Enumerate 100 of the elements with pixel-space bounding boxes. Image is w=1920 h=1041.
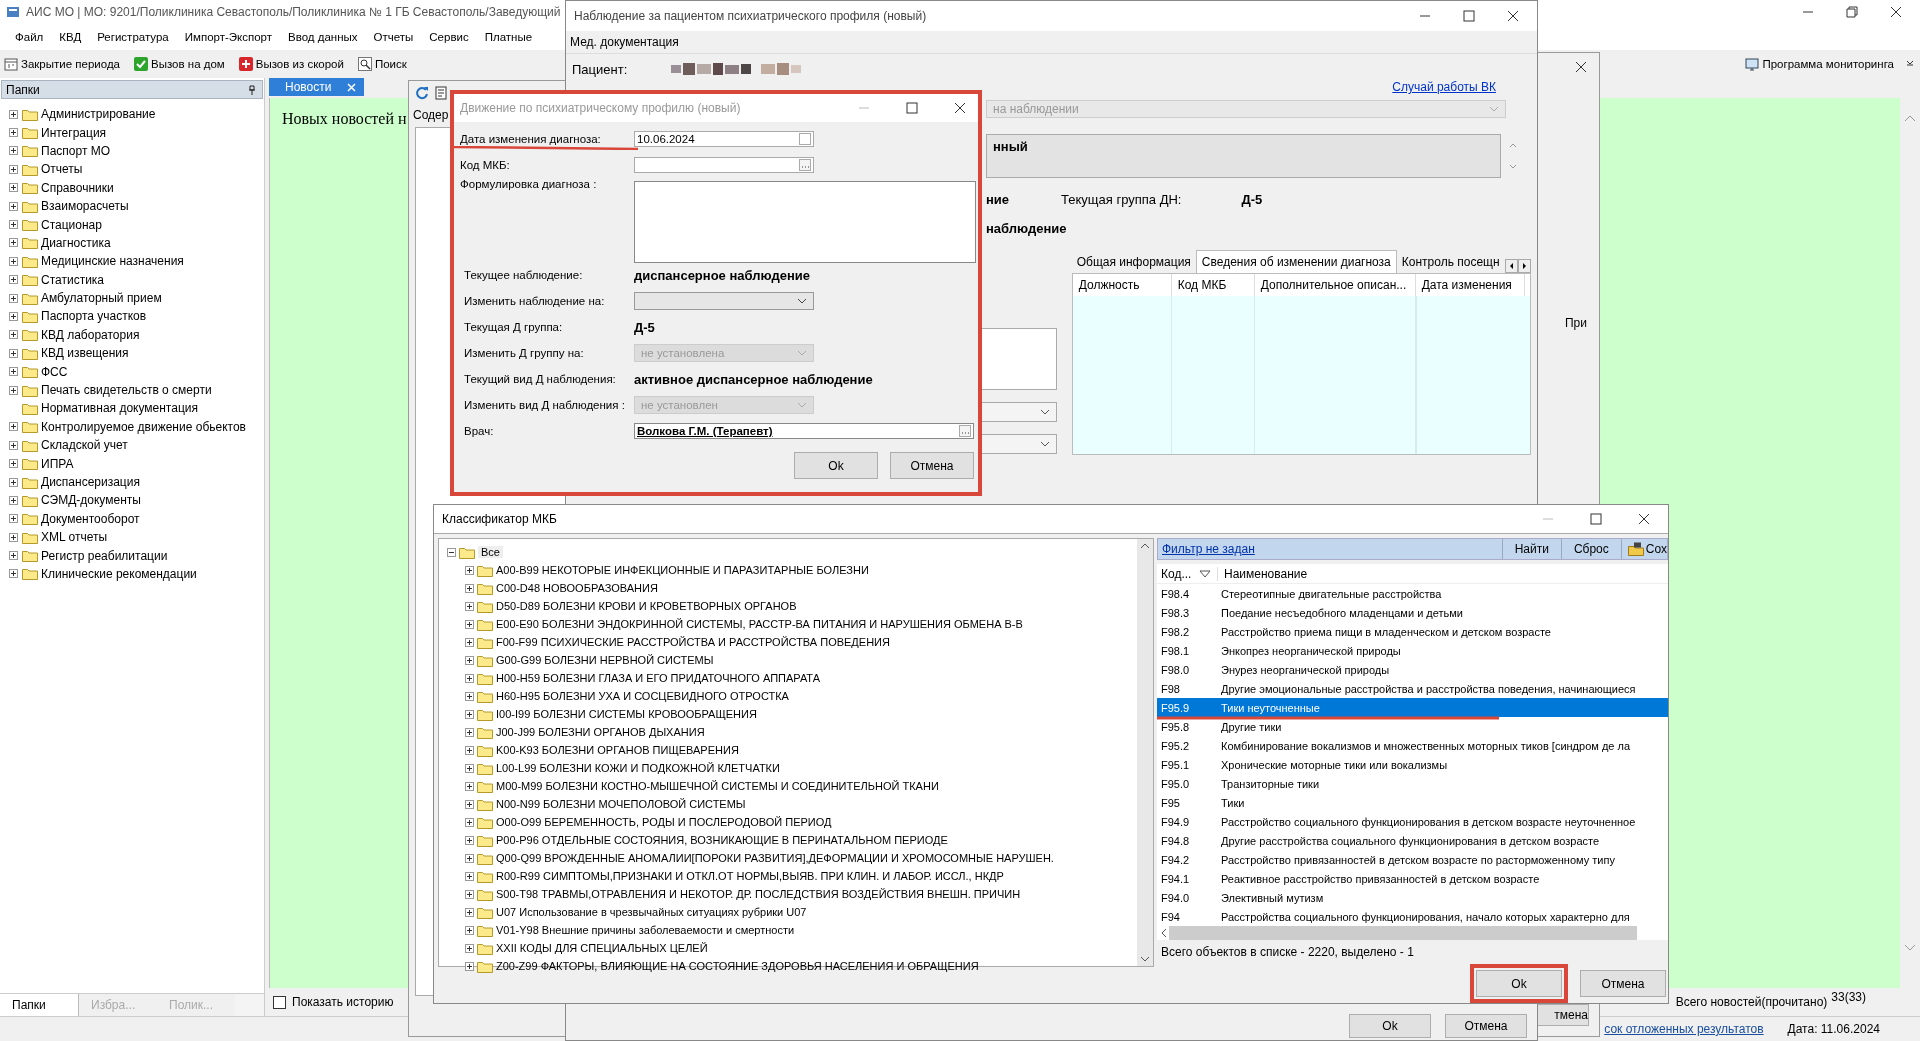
column-header[interactable]: Дополнительное описан... (1254, 274, 1416, 296)
news-tab[interactable]: Новости (269, 78, 365, 96)
date-field[interactable]: 10.06.2024 (634, 131, 814, 147)
folder-item[interactable]: Отчеты (0, 160, 264, 179)
folder-item[interactable]: Складской учет (0, 436, 264, 455)
folder-item[interactable]: Нормативная документация (0, 399, 264, 418)
column-header[interactable]: Код МКБ (1171, 274, 1255, 296)
list-row[interactable]: F94.0 Элективный мутизм (1157, 888, 1668, 907)
cancel-button[interactable]: Отмена (1580, 970, 1666, 997)
tree-item[interactable]: E00-E90 БОЛЕЗНИ ЭНДОКРИННОЙ СИСТЕМЫ, РАССТР-ВА ПИТАНИЯ И НАРУШЕНИЯ ОБМЕНА В-В (439, 615, 1137, 633)
folder-item[interactable]: ИПРА (0, 454, 264, 473)
toolbar-button[interactable]: Сброс (1560, 539, 1621, 559)
list-row[interactable]: F94 Расстройства социального функционирования, начало которых характерно для (1157, 907, 1668, 926)
tree-item[interactable]: N00-N99 БОЛЕЗНИ МОЧЕПОЛОВОЙ СИСТЕМЫ (439, 795, 1137, 813)
tree-item[interactable]: L00-L99 БОЛЕЗНИ КОЖИ И ПОДКОЖНОЙ КЛЕТЧАТКИ (439, 759, 1137, 777)
folder-item[interactable]: Контролируемое движение обьектов (0, 417, 264, 437)
folder-item[interactable]: Администрирование (0, 105, 264, 124)
tree-item[interactable]: H60-H95 БОЛЕЗНИ УХА И СОСЦЕВИДНОГО ОТРОСТКА (439, 687, 1137, 705)
menu-item[interactable]: Ввод данных (288, 31, 358, 43)
list-row[interactable]: F95 Тики (1157, 793, 1668, 812)
tree-item[interactable]: U07 Использование в чрезвычайных ситуациях рубрики U07 (439, 903, 1137, 921)
toolbar-button[interactable]: Найти (1501, 539, 1561, 559)
status-link[interactable]: сок отложенных результатов (1604, 1022, 1764, 1036)
folder-item[interactable]: КВД извещения (0, 344, 264, 363)
folder-item[interactable]: Клинические рекомендации (0, 564, 264, 584)
tree-item[interactable]: XXII КОДЫ ДЛЯ СПЕЦИАЛЬНЫХ ЦЕЛЕЙ (439, 939, 1137, 957)
list-row[interactable]: F95.8 Другие тики (1157, 717, 1668, 736)
folder-item[interactable]: Амбулаторный прием (0, 288, 264, 308)
list-row[interactable]: F95.2 Комбинирование вокализмов и множественных моторных тиков [синдром де ла (1157, 736, 1668, 755)
list-row[interactable]: F95.9 Тики неуточненные (1157, 698, 1668, 717)
list-row[interactable]: F94.8 Другие расстройства социального функционирования в детском возрасте (1157, 831, 1668, 850)
column-header[interactable]: Дата изменения (1415, 274, 1525, 296)
menu-item[interactable]: Мед. документация (570, 35, 679, 49)
tree-item[interactable]: H00-H59 БОЛЕЗНИ ГЛАЗА И ЕГО ПРИДАТОЧНОГО АППАРАТА (439, 669, 1137, 687)
diagnosis-field[interactable]: нный (986, 134, 1501, 178)
folder-item[interactable]: КВД лаборатория (0, 325, 264, 345)
tab[interactable]: Содер (409, 105, 453, 125)
folder-item[interactable]: XML отчеты (0, 528, 264, 547)
filter-link[interactable]: Фильтр не задан (1162, 542, 1255, 556)
tab[interactable]: Общая информация (1071, 251, 1196, 273)
list-row[interactable]: F98.3 Поедание несъедобного младенцами и детьми (1157, 603, 1668, 622)
ok-button[interactable]: Ok (794, 452, 878, 479)
tree-item[interactable]: C00-D48 НОВООБРАЗОВАНИЯ (439, 579, 1137, 597)
folder-item[interactable]: Паспорта участков (0, 307, 264, 326)
folder-item[interactable]: Печать свидетельств о смерти (0, 380, 264, 400)
tree-item[interactable]: Z00-Z99 ФАКТОРЫ, ВЛИЯЮЩИЕ НА СОСТОЯНИЕ ЗДОРОВЬЯ НАСЕЛЕНИЯ И ОБРАЩЕНИЯ (439, 957, 1137, 975)
tree-item[interactable]: F00-F99 ПСИХИЧЕСКИЕ РАССТРОЙСТВА И РАССТРОЙСТВА ПОВЕДЕНИЯ (439, 633, 1137, 651)
column-header[interactable]: Должность (1072, 274, 1172, 296)
menu-item[interactable]: КВД (59, 31, 82, 43)
tree-item[interactable]: R00-R99 СИМПТОМЫ,ПРИЗНАКИ И ОТКЛ.ОТ НОРМЫ,ВЫЯВ. ПРИ КЛИН. И ЛАБОР. ИССЛ., НКДР (439, 867, 1137, 885)
toolbar-button[interactable]: Сох (1620, 539, 1667, 559)
tree-item[interactable]: D50-D89 БОЛЕЗНИ КРОВИ И КРОВЕТВОРНЫХ ОРГАНОВ (439, 597, 1137, 615)
folder-item[interactable]: Справочники (0, 178, 264, 197)
folder-item[interactable]: Паспорт МО (0, 141, 264, 161)
list-row[interactable]: F95.1 Хронические моторные тики или вокализмы (1157, 755, 1668, 774)
column-header[interactable]: Наименование (1218, 566, 1308, 581)
tab[interactable]: Контроль посещн (1396, 251, 1505, 273)
list-row[interactable]: F98.2 Расстройство приема пищи в младенческом и детском возрасте (1157, 622, 1668, 641)
tree-item[interactable]: Все (439, 543, 1137, 561)
tree-item[interactable]: A00-B99 НЕКОТОРЫЕ ИНФЕКЦИОННЫЕ И ПАРАЗИТАРНЫЕ БОЛЕЗНИ (439, 561, 1137, 579)
tree-item[interactable]: M00-M99 БОЛЕЗНИ КОСТНО-МЫШЕЧНОЙ СИСТЕМЫ И СОЕДИНИТЕЛЬНОЙ ТКАНИ (439, 777, 1137, 795)
list-row[interactable]: F98.1 Энкопрез неорганической природы (1157, 641, 1668, 660)
tab[interactable]: Сведения об изменении диагноза (1195, 250, 1397, 273)
folder-item[interactable]: ФСС (0, 362, 264, 381)
tree-item[interactable]: K00-K93 БОЛЕЗНИ ОРГАНОВ ПИЩЕВАРЕНИЯ (439, 741, 1137, 759)
ok-button[interactable]: Ok (1476, 970, 1562, 997)
tree-item[interactable]: Q00-Q99 ВРОЖДЕННЫЕ АНОМАЛИИ[ПОРОКИ РАЗВИТИЯ],ДЕФОРМАЦИИ И ХРОМОСОМНЫЕ НАРУШЕН. (439, 849, 1137, 867)
menu-item[interactable]: Сервис (429, 31, 469, 43)
tree-item[interactable]: J00-J99 БОЛЕЗНИ ОРГАНОВ ДЫХАНИЯ (439, 723, 1137, 741)
menu-item[interactable]: Отчеты (373, 31, 414, 43)
column-header[interactable]: Код... (1157, 566, 1218, 581)
list-row[interactable]: F94.9 Расстройство социального функционирования в детском возрасте неуточненное (1157, 812, 1668, 831)
folder-item[interactable]: Статистика (0, 270, 264, 289)
toolbar-button[interactable]: Поиск (355, 56, 409, 72)
list-row[interactable]: F98.4 Стереотипные двигательные расстройства (1157, 584, 1668, 603)
lookup-field[interactable]: Волкова Г.М. (Терапевт) (634, 423, 974, 439)
folder-item[interactable]: Документооборот (0, 509, 264, 528)
toolbar-button[interactable]: Вызов на дом (132, 56, 227, 72)
list-row[interactable]: F98.0 Энурез неорганической природы (1157, 660, 1668, 679)
folder-item[interactable]: Диспансеризация (0, 472, 264, 492)
folder-item[interactable]: СЭМД-документы (0, 491, 264, 510)
vk-link[interactable]: Случай работы ВК (1392, 80, 1496, 94)
tree-item[interactable]: G00-G99 БОЛЕЗНИ НЕРВНОЙ СИСТЕМЫ (439, 651, 1137, 669)
menu-item[interactable]: Регистратура (97, 31, 169, 43)
toolbar-button[interactable]: Программа мониторинга (1743, 56, 1896, 72)
folder-item[interactable]: Взаиморасчеты (0, 196, 264, 216)
list-row[interactable]: F94.2 Расстройство привязанностей в детском возрасте по расторможенному типу (1157, 850, 1668, 869)
list-row[interactable]: F94.1 Реактивное расстройство привязанностей в детском возрасте (1157, 869, 1668, 888)
toolbar-button[interactable]: Закрытие периода (2, 56, 122, 72)
folder-item[interactable]: Стационар (0, 215, 264, 234)
folder-item[interactable]: Регистр реабилитации (0, 546, 264, 565)
list-row[interactable]: F95.0 Транзиторные тики (1157, 774, 1668, 793)
folder-item[interactable]: Интеграция (0, 123, 264, 142)
tree-item[interactable]: V01-Y98 Внешние причины заболеваемости и смертности (439, 921, 1137, 939)
menu-item[interactable]: Платные (484, 31, 533, 43)
tree-item[interactable]: I00-I99 БОЛЕЗНИ СИСТЕМЫ КРОВООБРАЩЕНИЯ (439, 705, 1137, 723)
tree-item[interactable]: O00-O99 БЕРЕМЕННОСТЬ, РОДЫ И ПОСЛЕРОДОВОЙ ПЕРИОД (439, 813, 1137, 831)
cancel-button[interactable]: Отмена (1445, 1014, 1527, 1038)
show-history-checkbox[interactable]: Показать историю (273, 995, 394, 1009)
folder-item[interactable]: Медицинские назначения (0, 252, 264, 271)
